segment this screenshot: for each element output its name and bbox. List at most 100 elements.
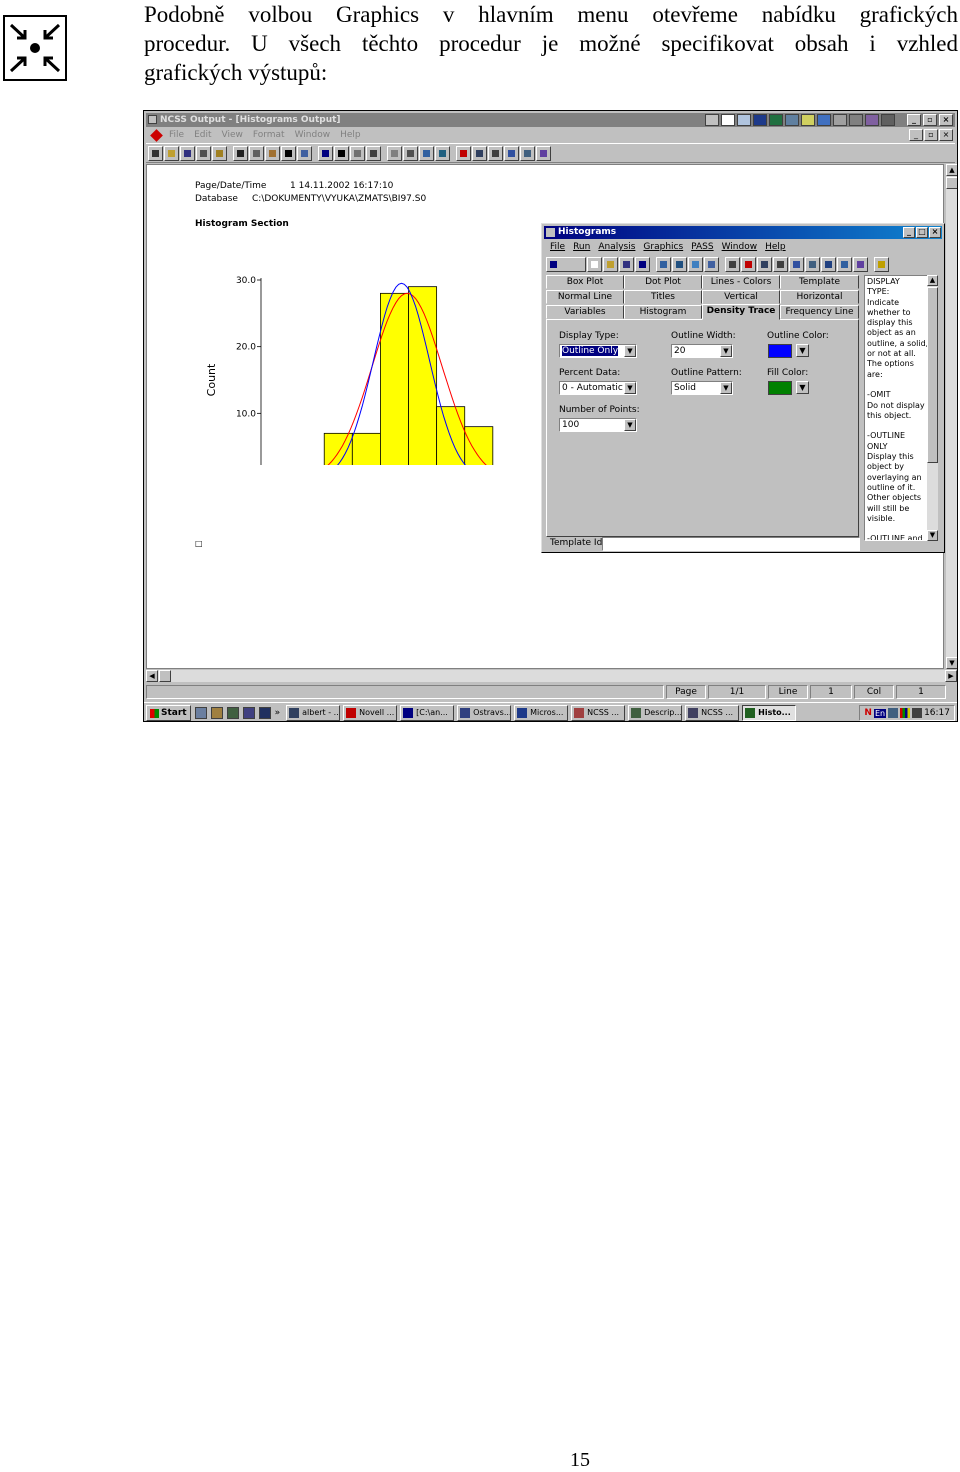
find-icon[interactable]: [281, 145, 296, 161]
analysis-icon[interactable]: [472, 145, 487, 161]
data-icon[interactable]: [656, 256, 671, 272]
desktop-icon[interactable]: [194, 707, 207, 719]
chevron-down-icon[interactable]: ▼: [624, 382, 636, 394]
cancel-icon[interactable]: [741, 256, 756, 272]
vertical-scrollbar[interactable]: ▲ ▼: [945, 164, 957, 669]
preview-icon[interactable]: [212, 145, 227, 161]
calc-icon[interactable]: [849, 114, 863, 126]
help-scroll-down-icon[interactable]: ▼: [927, 530, 938, 541]
paste-icon[interactable]: [265, 145, 280, 161]
folder-icon[interactable]: [737, 114, 751, 126]
help-scroll-thumb[interactable]: [927, 287, 938, 463]
task-2[interactable]: Novell ...: [343, 705, 398, 721]
doc-icon[interactable]: [721, 114, 735, 126]
bar-chart-icon[interactable]: [504, 145, 519, 161]
scroll-up-icon[interactable]: ▲: [946, 164, 957, 176]
tab-variables[interactable]: Variables: [546, 305, 624, 319]
line-chart-icon[interactable]: [853, 256, 868, 272]
dlg-menu-window[interactable]: Window: [718, 241, 762, 253]
fill-color-picker-icon[interactable]: ▼: [796, 381, 809, 394]
tab-lines-colors[interactable]: Lines - Colors: [702, 275, 780, 289]
menu-edit[interactable]: Edit: [189, 130, 216, 140]
key-icon[interactable]: [801, 114, 815, 126]
open-file-icon[interactable]: [603, 256, 618, 272]
program-icon[interactable]: [242, 707, 255, 719]
explorer-icon[interactable]: [210, 707, 223, 719]
restore-icon[interactable]: ▫: [923, 114, 937, 126]
menu-file[interactable]: File: [164, 130, 189, 140]
help-scrollbar[interactable]: ▲ ▼: [927, 275, 938, 541]
open-icon[interactable]: [148, 145, 163, 161]
font-icon[interactable]: [318, 145, 333, 161]
globe-icon[interactable]: [688, 256, 703, 272]
start-button[interactable]: Start: [146, 705, 191, 721]
bars-icon[interactable]: [805, 256, 820, 272]
vertical-scroll-thumb[interactable]: [946, 177, 957, 189]
dlg-menu-file[interactable]: File: [546, 241, 569, 253]
more-icon[interactable]: »: [275, 708, 281, 718]
tab-normal-line[interactable]: Normal Line: [546, 290, 624, 304]
dlg-menu-graphics[interactable]: Graphics: [639, 241, 687, 253]
language-indicator[interactable]: En: [873, 708, 887, 718]
task-6[interactable]: NCSS ...: [571, 705, 626, 721]
tool-icon[interactable]: [865, 114, 879, 126]
undo-icon[interactable]: [297, 145, 312, 161]
print-icon[interactable]: [196, 145, 211, 161]
tab-box-plot[interactable]: Box Plot: [546, 275, 624, 289]
image-icon[interactable]: [785, 114, 799, 126]
task-4[interactable]: Ostravs...: [457, 705, 512, 721]
scatter-icon[interactable]: [837, 256, 852, 272]
scroll-right-icon[interactable]: ▶: [945, 670, 957, 682]
netware-icon[interactable]: N: [864, 708, 872, 718]
tab-histogram[interactable]: Histogram: [624, 305, 702, 319]
run-icon[interactable]: [546, 256, 586, 272]
help-scroll-up-icon[interactable]: ▲: [927, 275, 938, 286]
network-icon[interactable]: [912, 708, 923, 718]
col-chart-icon[interactable]: [821, 256, 836, 272]
dlg-menu-pass[interactable]: PASS: [687, 241, 717, 253]
tab-dot-plot[interactable]: Dot Plot: [624, 275, 702, 289]
settings-icon[interactable]: [881, 114, 895, 126]
chart-icon[interactable]: [833, 114, 847, 126]
save-as-icon[interactable]: [635, 256, 650, 272]
display-type-select[interactable]: Outline Only ▼: [559, 344, 637, 358]
outline-color-picker-icon[interactable]: ▼: [796, 344, 809, 357]
page-icon[interactable]: [387, 145, 402, 161]
doc-restore-icon[interactable]: ▫: [924, 129, 938, 141]
task-8[interactable]: NCSS ...: [685, 705, 740, 721]
text-tool-icon[interactable]: [488, 145, 503, 161]
minimize-icon[interactable]: _: [907, 114, 921, 126]
tab-horizontal[interactable]: Horizontal: [780, 290, 859, 304]
num-points-select[interactable]: 100 ▼: [559, 418, 637, 432]
dialog-minimize-icon[interactable]: _: [903, 227, 915, 238]
outline-width-select[interactable]: 20 ▼: [671, 344, 733, 358]
dialog-maximize-icon[interactable]: □: [916, 227, 928, 238]
cursor-icon[interactable]: [258, 707, 271, 719]
menu-window[interactable]: Window: [290, 130, 336, 140]
table-icon[interactable]: [419, 145, 434, 161]
chevron-down-icon[interactable]: ▼: [720, 345, 732, 357]
tab-titles[interactable]: Titles: [624, 290, 702, 304]
paragraph-icon[interactable]: [334, 145, 349, 161]
plot-icon[interactable]: [536, 145, 551, 161]
template-icon[interactable]: [704, 256, 719, 272]
percent-data-select[interactable]: 0 - Automatic ▼: [559, 381, 637, 395]
doc-minimize-icon[interactable]: _: [909, 129, 923, 141]
align-icon[interactable]: [350, 145, 365, 161]
output-icon[interactable]: [672, 256, 687, 272]
task-1[interactable]: albert - ...: [286, 705, 341, 721]
task-7[interactable]: Descrip...: [628, 705, 683, 721]
fill-color-swatch[interactable]: [768, 381, 792, 395]
delete-icon[interactable]: [456, 145, 471, 161]
tab-density-trace[interactable]: Density Trace: [702, 304, 780, 320]
graph-icon[interactable]: [789, 256, 804, 272]
save-file-icon[interactable]: [619, 256, 634, 272]
histogram-icon[interactable]: [520, 145, 535, 161]
save-icon[interactable]: [180, 145, 195, 161]
format-icon[interactable]: [366, 145, 381, 161]
copy-icon[interactable]: [249, 145, 264, 161]
excel-icon[interactable]: [769, 114, 783, 126]
tab-template[interactable]: Template: [780, 275, 859, 289]
image-tool-icon[interactable]: [435, 145, 450, 161]
tab-vertical[interactable]: Vertical: [702, 290, 780, 304]
